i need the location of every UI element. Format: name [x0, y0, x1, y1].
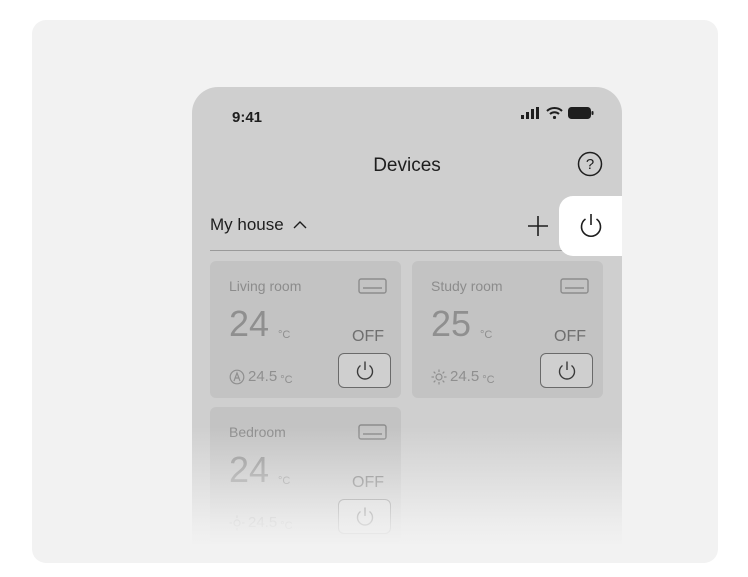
power-icon	[356, 361, 373, 380]
air-conditioner-icon	[560, 278, 589, 294]
background-panel: 9:41 Devices ? My house Living room 24 °…	[32, 20, 718, 563]
current-temp: 24	[229, 449, 270, 490]
mode-value: 24.5	[248, 514, 278, 531]
power-button[interactable]	[338, 499, 391, 534]
status-time: 9:41	[232, 109, 263, 126]
power-state: OFF	[352, 328, 384, 345]
device-card-bedroom[interactable]: Bedroom 24 °C OFF 24.5 °C	[210, 407, 401, 544]
divider	[210, 250, 604, 251]
svg-text:?: ?	[586, 156, 594, 173]
help-icon[interactable]: ?	[577, 151, 603, 177]
air-conditioner-icon	[358, 278, 387, 294]
device-card-living-room[interactable]: Living room 24 °C OFF 24.5 °C	[210, 261, 401, 398]
add-device-icon[interactable]	[525, 213, 551, 239]
temp-unit: °C	[278, 475, 291, 487]
room-name: Bedroom	[229, 424, 286, 440]
signal-icon	[521, 107, 539, 119]
location-selector[interactable]: My house	[210, 215, 308, 235]
mode-unit: °C	[280, 519, 293, 532]
mode-value: 24.5	[450, 368, 480, 385]
phone-screen: 9:41 Devices ? My house Living room 24 °…	[192, 87, 622, 547]
mode-setting: 24.5 °C	[229, 514, 293, 532]
air-conditioner-icon	[358, 424, 387, 440]
device-card-study-room[interactable]: Study room 25 °C OFF 24.5 °C	[412, 261, 603, 398]
chevron-up-icon	[293, 221, 307, 229]
auto-icon	[229, 369, 245, 384]
mode-unit: °C	[280, 373, 293, 386]
status-icons	[521, 107, 594, 119]
power-icon	[580, 214, 601, 237]
sun-icon	[229, 515, 245, 530]
power-icon	[558, 361, 575, 380]
wifi-icon	[546, 107, 563, 119]
power-icon	[356, 507, 373, 526]
temp-unit: °C	[278, 329, 291, 341]
power-button[interactable]	[540, 353, 593, 388]
room-name: Study room	[431, 278, 503, 294]
power-state: OFF	[554, 328, 586, 345]
current-temp: 24	[229, 303, 270, 344]
room-name: Living room	[229, 278, 302, 294]
battery-icon	[568, 107, 594, 119]
page-title: Devices	[373, 155, 441, 176]
mode-value: 24.5	[248, 368, 278, 385]
all-power-button[interactable]	[559, 196, 622, 256]
mode-unit: °C	[482, 373, 495, 386]
current-temp: 25	[431, 303, 472, 344]
mode-setting: 24.5 °C	[229, 368, 293, 386]
sun-icon	[431, 369, 447, 384]
power-button[interactable]	[338, 353, 391, 388]
temp-unit: °C	[480, 329, 493, 341]
power-state: OFF	[352, 474, 384, 491]
mode-setting: 24.5 °C	[431, 368, 495, 386]
location-name: My house	[210, 215, 284, 234]
